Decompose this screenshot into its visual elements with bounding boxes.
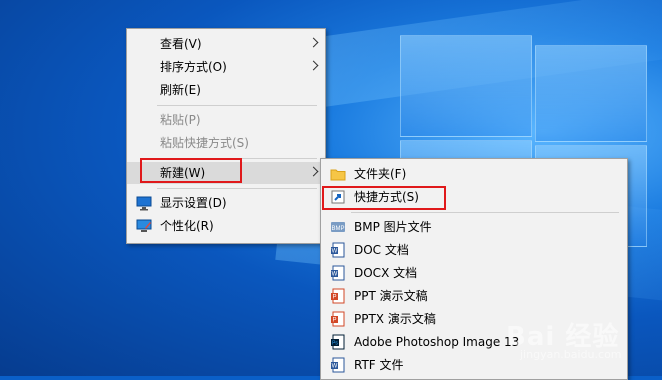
folder-icon bbox=[330, 166, 346, 182]
submenu-item-bmp[interactable]: BMP BMP 图片文件 bbox=[321, 216, 627, 238]
menu-item-label: RTF 文件 bbox=[354, 358, 404, 372]
chevron-right-icon bbox=[308, 37, 319, 48]
menu-item-label: 刷新(E) bbox=[160, 83, 201, 97]
menu-item-paste-shortcut[interactable]: 粘贴快捷方式(S) bbox=[127, 132, 325, 154]
pptx-file-icon: P bbox=[330, 311, 346, 327]
menu-item-label: PPT 演示文稿 bbox=[354, 289, 428, 303]
menu-separator bbox=[157, 158, 317, 159]
svg-text:Ps: Ps bbox=[332, 341, 338, 347]
doc-file-icon: W bbox=[330, 242, 346, 258]
window-logo-pane bbox=[400, 35, 532, 137]
menu-item-label: 新建(W) bbox=[160, 166, 206, 180]
photoshop-file-icon: Ps bbox=[330, 334, 346, 350]
svg-text:W: W bbox=[332, 249, 338, 255]
ppt-file-icon: P bbox=[330, 288, 346, 304]
menu-item-label: 粘贴快捷方式(S) bbox=[160, 136, 249, 150]
submenu-item-doc[interactable]: W DOC 文档 bbox=[321, 239, 627, 261]
display-settings-icon bbox=[136, 195, 152, 211]
svg-text:P: P bbox=[332, 295, 336, 301]
menu-item-personalize[interactable]: 个性化(R) bbox=[127, 215, 325, 237]
chevron-right-icon bbox=[308, 166, 319, 177]
menu-separator bbox=[157, 188, 317, 189]
svg-text:P: P bbox=[332, 318, 336, 324]
rtf-file-icon: W bbox=[330, 357, 346, 373]
menu-separator bbox=[351, 212, 619, 213]
submenu-item-folder[interactable]: 文件夹(F) bbox=[321, 163, 627, 185]
watermark-url: jingyan.baidu.com bbox=[520, 348, 622, 361]
menu-item-label: 个性化(R) bbox=[160, 219, 214, 233]
personalize-icon bbox=[136, 218, 152, 234]
menu-item-view[interactable]: 查看(V) bbox=[127, 33, 325, 55]
menu-item-label: 粘贴(P) bbox=[160, 113, 201, 127]
svg-text:BMP: BMP bbox=[331, 226, 344, 232]
menu-item-label: BMP 图片文件 bbox=[354, 220, 432, 234]
menu-item-label: Adobe Photoshop Image 13 bbox=[354, 335, 520, 349]
svg-text:W: W bbox=[332, 364, 338, 370]
submenu-item-docx[interactable]: W DOCX 文档 bbox=[321, 262, 627, 284]
menu-item-label: 排序方式(O) bbox=[160, 60, 227, 74]
bmp-file-icon: BMP bbox=[330, 219, 346, 235]
submenu-item-shortcut[interactable]: 快捷方式(S) bbox=[321, 186, 627, 208]
menu-item-paste[interactable]: 粘贴(P) bbox=[127, 109, 325, 131]
chevron-right-icon bbox=[308, 60, 319, 71]
menu-item-label: 快捷方式(S) bbox=[354, 190, 419, 204]
menu-item-new[interactable]: 新建(W) bbox=[127, 162, 325, 184]
submenu-item-ppt[interactable]: P PPT 演示文稿 bbox=[321, 285, 627, 307]
shortcut-icon bbox=[330, 189, 346, 205]
menu-item-sort-by[interactable]: 排序方式(O) bbox=[127, 56, 325, 78]
menu-item-display-settings[interactable]: 显示设置(D) bbox=[127, 192, 325, 214]
desktop-context-menu: 查看(V) 排序方式(O) 刷新(E) 粘贴(P) 粘贴快捷方式(S) 新建(W… bbox=[126, 28, 326, 244]
window-logo-pane bbox=[535, 45, 647, 142]
svg-text:W: W bbox=[332, 272, 338, 278]
menu-item-label: DOCX 文档 bbox=[354, 266, 418, 280]
menu-item-label: DOC 文档 bbox=[354, 243, 409, 257]
menu-item-label: 查看(V) bbox=[160, 37, 202, 51]
menu-item-label: PPTX 演示文稿 bbox=[354, 312, 436, 326]
menu-separator bbox=[157, 105, 317, 106]
menu-item-refresh[interactable]: 刷新(E) bbox=[127, 79, 325, 101]
menu-item-label: 显示设置(D) bbox=[160, 196, 227, 210]
menu-item-label: 文件夹(F) bbox=[354, 167, 407, 181]
docx-file-icon: W bbox=[330, 265, 346, 281]
